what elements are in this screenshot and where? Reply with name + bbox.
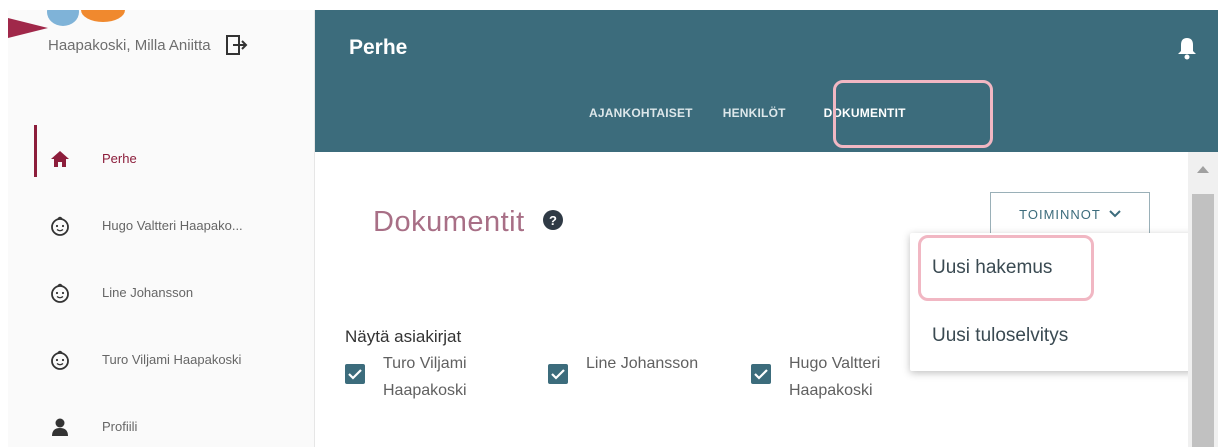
filter-checkbox-hugo[interactable]: Hugo Valtteri Haapakoski (751, 350, 880, 404)
top-header: Perhe AJANKOHTAISET HENKILÖT DOKUMENTIT (315, 10, 1218, 152)
chevron-down-icon (1109, 210, 1121, 218)
menu-item-new-application[interactable]: Uusi hakemus (932, 257, 1052, 279)
user-row: Haapakoski, Milla Aniitta (48, 34, 249, 56)
filter-label: Line Johansson (586, 350, 698, 377)
child-face-icon (48, 348, 72, 372)
actions-menu: Uusi hakemus Uusi tuloselvitys (910, 233, 1195, 371)
sidebar-item-turo[interactable]: Turo Viljami Haapakoski (8, 326, 314, 393)
tab-highlight-outline (833, 80, 993, 148)
child-face-icon (48, 281, 72, 305)
filter-label-line2: Haapakoski (789, 382, 873, 399)
show-documents-label: Näytä asiakirjat (345, 327, 462, 346)
sidebar-item-profiili[interactable]: Profiili (8, 393, 314, 447)
page-header-title: Perhe (349, 36, 408, 59)
filter-label: Turo Viljami Haapakoski (383, 350, 467, 404)
filter-label-line1: Hugo Valtteri (789, 355, 881, 372)
scroll-up-arrow-icon[interactable] (1197, 166, 1209, 173)
sidebar-item-label: Perhe (102, 151, 137, 166)
actions-dropdown-button[interactable]: TOIMINNOT (990, 192, 1150, 236)
bell-icon[interactable] (1176, 36, 1198, 60)
main-content: Dokumentit ? TOIMINNOT Uusi hakemus Uusi… (315, 152, 1218, 447)
help-icon[interactable]: ? (543, 210, 563, 230)
sidebar-item-hugo[interactable]: Hugo Valtteri Haapako... (8, 192, 314, 259)
sidebar-item-label: Line Johansson (102, 285, 194, 300)
filter-label-line2: Haapakoski (383, 382, 467, 399)
actions-button-label: TOIMINNOT (1019, 206, 1101, 222)
sidebar-item-label: Hugo Valtteri Haapako... (102, 218, 243, 233)
sidebar-item-label: Profiili (102, 419, 138, 434)
user-name: Haapakoski, Milla Aniitta (48, 36, 211, 54)
menu-item-new-income-statement[interactable]: Uusi tuloselvitys (932, 325, 1068, 347)
vertical-scrollbar[interactable] (1188, 152, 1218, 447)
tab-henkilot[interactable]: HENKILÖT (723, 106, 786, 120)
sidebar-item-label: Turo Viljami Haapakoski (102, 352, 242, 367)
checkbox-checked-icon[interactable] (345, 364, 365, 384)
logout-icon[interactable] (225, 34, 249, 56)
sidebar-item-perhe[interactable]: Perhe (8, 125, 314, 192)
filter-label-line1: Turo Viljami (383, 355, 467, 372)
filter-checkbox-turo[interactable]: Turo Viljami Haapakoski (345, 350, 467, 404)
sidebar-nav: Perhe Hugo Valtteri Haapako... Line Joha… (8, 125, 314, 447)
person-icon (48, 415, 72, 439)
sidebar-item-line[interactable]: Line Johansson (8, 259, 314, 326)
scrollbar-thumb[interactable] (1192, 194, 1214, 447)
page-title: Dokumentit (373, 206, 525, 238)
sidebar: Haapakoski, Milla Aniitta Perhe Hugo Val… (8, 10, 315, 447)
filter-label-line1: Line Johansson (586, 355, 699, 372)
filter-label: Hugo Valtteri Haapakoski (789, 350, 880, 404)
child-face-icon (48, 214, 72, 238)
app-frame: Haapakoski, Milla Aniitta Perhe Hugo Val… (8, 10, 1218, 447)
tab-ajankohtaiset[interactable]: AJANKOHTAISET (589, 106, 693, 120)
checkbox-checked-icon[interactable] (548, 364, 568, 384)
home-icon (48, 147, 72, 171)
filter-checkbox-line[interactable]: Line Johansson (548, 350, 698, 384)
checkbox-checked-icon[interactable] (751, 364, 771, 384)
